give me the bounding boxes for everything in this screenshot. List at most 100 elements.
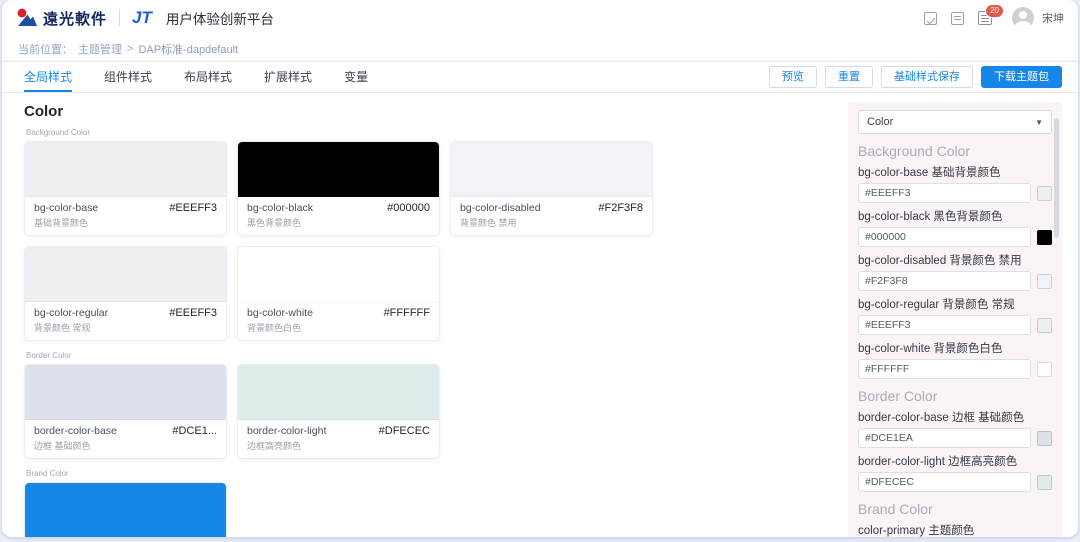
color-value-input[interactable] <box>858 315 1031 335</box>
reset-button[interactable]: 重置 <box>825 66 873 88</box>
tab-label: 布局样式 <box>184 68 232 85</box>
color-section: Brand Color color-primary #1687E8 主题颜色 <box>24 469 838 537</box>
color-swatch <box>451 142 652 197</box>
panel-field: bg-color-regular 背景颜色 常规 <box>858 296 1052 335</box>
category-select-value: Color <box>867 116 893 128</box>
color-name: bg-color-regular <box>34 307 108 319</box>
color-hex: #DFECEC <box>379 425 430 437</box>
sections-container: Background Color bg-color-base #EEEFF3 基… <box>24 128 838 537</box>
color-section: Background Color bg-color-base #EEEFF3 基… <box>24 128 838 341</box>
color-swatch <box>238 365 439 420</box>
breadcrumb: 当前位置： 主题管理 > DAP标准-dapdefault <box>2 36 1078 61</box>
category-select[interactable]: Color ▼ <box>858 110 1052 134</box>
color-description: 边框 基础颜色 <box>34 439 217 452</box>
header-divider <box>119 9 120 27</box>
panel-field-label: bg-color-black 黑色背景颜色 <box>858 208 1052 224</box>
color-card[interactable]: color-primary #1687E8 主题颜色 <box>24 482 227 537</box>
color-picker-swatch[interactable] <box>1037 362 1052 377</box>
panel-field: bg-color-base 基础背景颜色 <box>858 164 1052 203</box>
color-picker-swatch[interactable] <box>1037 186 1052 201</box>
tab[interactable]: 变量 <box>344 62 368 92</box>
color-preview-area: Color Background Color bg-color-base #EE… <box>2 93 848 537</box>
panel-field-label: border-color-base 边框 基础颜色 <box>858 409 1052 425</box>
color-picker-swatch[interactable] <box>1037 318 1052 333</box>
color-hex: #EEEFF3 <box>169 202 217 214</box>
panel-scrollbar[interactable] <box>1054 118 1059 238</box>
color-card[interactable]: bg-color-white #FFFFFF 背景颜色白色 <box>237 246 440 341</box>
color-picker-swatch[interactable] <box>1037 431 1052 446</box>
color-card[interactable]: border-color-light #DFECEC 边框高亮颜色 <box>237 364 440 459</box>
panel-group-title: Brand Color <box>858 501 1052 517</box>
color-name: bg-color-base <box>34 202 98 214</box>
monitor-check-icon[interactable] <box>924 12 937 25</box>
color-value-input[interactable] <box>858 271 1031 291</box>
company-logo-text: 遠光軟件 <box>43 8 107 29</box>
color-name: bg-color-black <box>247 202 313 214</box>
color-description: 背景颜色白色 <box>247 321 430 334</box>
tab-label: 变量 <box>344 68 368 85</box>
tab-label: 组件样式 <box>104 68 152 85</box>
color-description: 背景颜色 常规 <box>34 321 217 334</box>
color-swatch <box>25 483 226 537</box>
user-avatar[interactable] <box>1012 7 1034 29</box>
panel-field-label: color-primary 主题颜色 <box>858 522 1052 537</box>
color-hex: #EEEFF3 <box>169 307 217 319</box>
document-icon[interactable] <box>951 12 964 25</box>
color-section: Border Color border-color-base #DCE1... … <box>24 351 838 459</box>
panel-group-title: Background Color <box>858 143 1052 159</box>
color-picker-swatch[interactable] <box>1037 274 1052 289</box>
color-card[interactable]: bg-color-black #000000 黑色背景颜色 <box>237 141 440 236</box>
panel-field-label: bg-color-regular 背景颜色 常规 <box>858 296 1052 312</box>
breadcrumb-section-link[interactable]: 主题管理 <box>78 41 122 57</box>
download-theme-button[interactable]: 下载主题包 <box>981 66 1062 88</box>
color-card[interactable]: border-color-base #DCE1... 边框 基础颜色 <box>24 364 227 459</box>
color-picker-swatch[interactable] <box>1037 475 1052 490</box>
color-swatch <box>25 247 226 302</box>
panel-field-label: bg-color-disabled 背景颜色 禁用 <box>858 252 1052 268</box>
color-section-label: Background Color <box>26 128 838 137</box>
user-name: 宋坤 <box>1042 10 1064 26</box>
color-value-input[interactable] <box>858 227 1031 247</box>
color-value-input[interactable] <box>858 472 1031 492</box>
todo-notification[interactable]: 20 <box>978 11 992 25</box>
tab[interactable]: 全局样式 <box>24 62 72 92</box>
color-swatch <box>238 247 439 302</box>
panel-group-title: Border Color <box>858 388 1052 404</box>
color-section-label: Brand Color <box>26 469 838 478</box>
chevron-down-icon: ▼ <box>1035 118 1043 127</box>
color-name: bg-color-white <box>247 307 313 319</box>
color-value-input[interactable] <box>858 359 1031 379</box>
color-swatch <box>238 142 439 197</box>
tab-label: 全局样式 <box>24 68 72 85</box>
color-value-input[interactable] <box>858 428 1031 448</box>
color-hex: #F2F3F8 <box>598 202 643 214</box>
color-hex: #DCE1... <box>172 425 217 437</box>
content-card: 全局样式 组件样式 布局样式 扩展样式 变量 预览 重置 基础样式保存 下载主题包 Co… <box>2 61 1078 537</box>
tab-label: 扩展样式 <box>264 68 312 85</box>
preview-button[interactable]: 预览 <box>769 66 817 88</box>
color-card[interactable]: bg-color-base #EEEFF3 基础背景颜色 <box>24 141 227 236</box>
company-logo-icon <box>16 8 38 28</box>
tabs-bar: 全局样式 组件样式 布局样式 扩展样式 变量 预览 重置 基础样式保存 下载主题包 <box>2 62 1078 93</box>
page-title: 用户体验创新平台 <box>166 8 274 28</box>
tab[interactable]: 扩展样式 <box>264 62 312 92</box>
style-editor-panel: Color ▼ Background Color bg-color-base 基… <box>848 102 1062 537</box>
color-picker-swatch[interactable] <box>1037 230 1052 245</box>
color-card[interactable]: bg-color-disabled #F2F3F8 背景颜色 禁用 <box>450 141 653 236</box>
tab[interactable]: 组件样式 <box>104 62 152 92</box>
panel-field-label: border-color-light 边框高亮颜色 <box>858 453 1052 469</box>
color-name: border-color-light <box>247 425 326 437</box>
tab[interactable]: 布局样式 <box>184 62 232 92</box>
color-value-input[interactable] <box>858 183 1031 203</box>
color-description: 边框高亮颜色 <box>247 439 430 452</box>
panel-field: border-color-light 边框高亮颜色 <box>858 453 1052 492</box>
color-hex: #FFFFFF <box>384 307 430 319</box>
color-description: 基础背景颜色 <box>34 216 217 229</box>
panel-field: border-color-base 边框 基础颜色 <box>858 409 1052 448</box>
color-name: bg-color-disabled <box>460 202 541 214</box>
color-description: 黑色背景颜色 <box>247 216 430 229</box>
color-card[interactable]: bg-color-regular #EEEFF3 背景颜色 常规 <box>24 246 227 341</box>
save-base-style-button[interactable]: 基础样式保存 <box>881 66 973 88</box>
top-header: 遠光軟件 JT 用户体验创新平台 20 宋坤 <box>2 0 1078 36</box>
panel-field: bg-color-black 黑色背景颜色 <box>858 208 1052 247</box>
